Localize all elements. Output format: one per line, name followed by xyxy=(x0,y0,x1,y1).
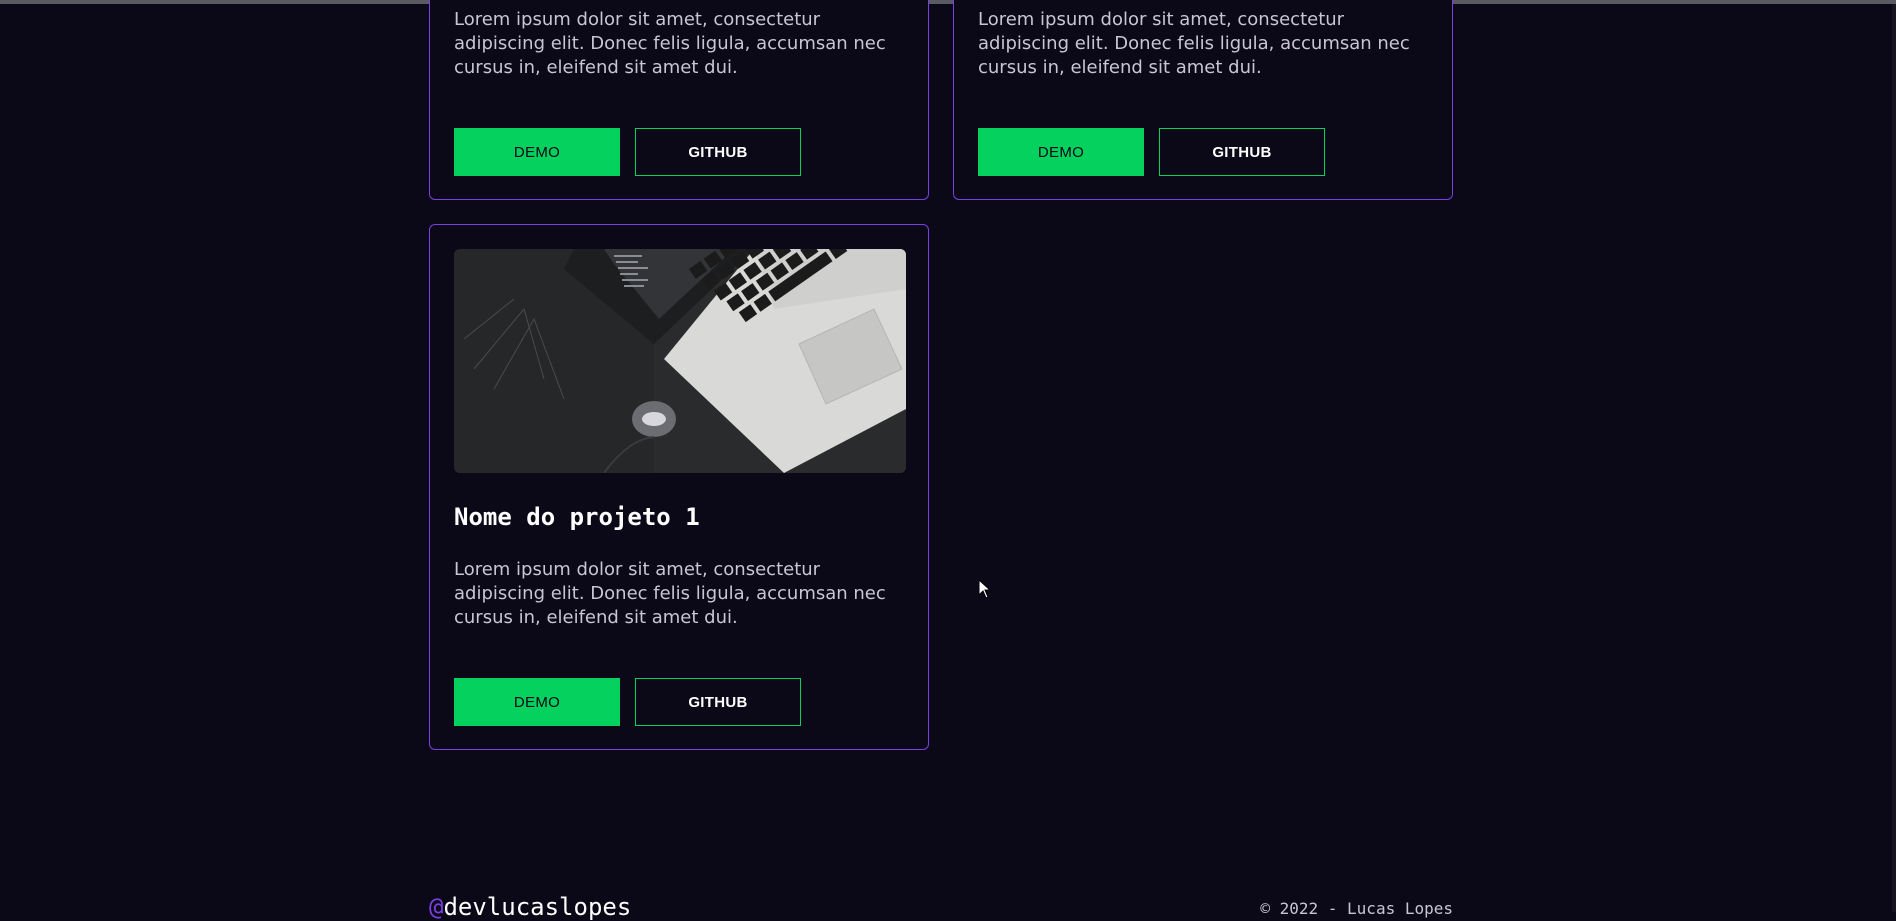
at-symbol: @ xyxy=(429,893,443,921)
window-top-border xyxy=(0,0,1896,4)
project-card: Lorem ipsum dolor sit amet, consectetur … xyxy=(429,0,929,200)
project-description: Lorem ipsum dolor sit amet, consectetur … xyxy=(978,8,1438,80)
footer-handle-text: devlucaslopes xyxy=(443,893,631,921)
footer-handle[interactable]: @devlucaslopes xyxy=(429,893,631,921)
project-card: Lorem ipsum dolor sit amet, consectetur … xyxy=(953,0,1453,200)
project-thumbnail xyxy=(454,249,906,473)
demo-button[interactable]: DEMO xyxy=(454,678,620,726)
laptop-photo-icon xyxy=(454,249,906,473)
footer-copyright: © 2022 - Lucas Lopes xyxy=(1260,899,1453,918)
github-button[interactable]: GITHUB xyxy=(635,128,801,176)
project-description: Lorem ipsum dolor sit amet, consectetur … xyxy=(454,8,914,80)
project-description: Lorem ipsum dolor sit amet, consectetur … xyxy=(454,558,914,630)
github-button[interactable]: GITHUB xyxy=(1159,128,1325,176)
demo-button[interactable]: DEMO xyxy=(454,128,620,176)
project-card: Nome do projeto 1 Lorem ipsum dolor sit … xyxy=(429,224,929,750)
github-button[interactable]: GITHUB xyxy=(635,678,801,726)
demo-button[interactable]: DEMO xyxy=(978,128,1144,176)
scrollbar[interactable] xyxy=(1892,4,1896,912)
mouse-cursor-icon xyxy=(978,579,992,603)
project-title: Nome do projeto 1 xyxy=(454,503,700,531)
